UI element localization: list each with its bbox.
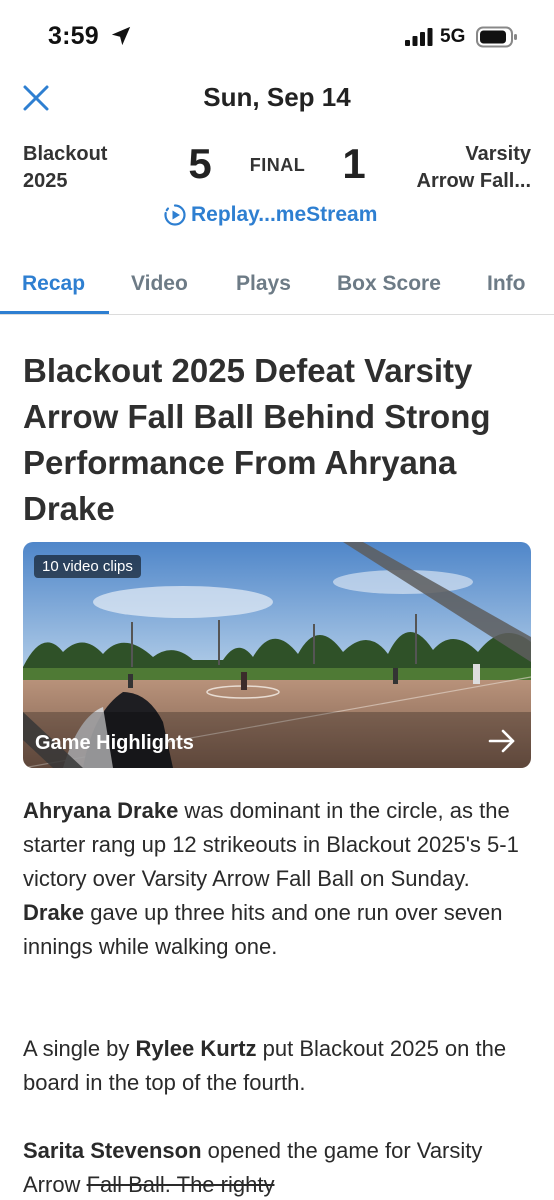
player-name: Sarita Stevenson xyxy=(23,1138,202,1163)
replay-icon xyxy=(164,204,186,226)
player-name: Rylee Kurtz xyxy=(135,1036,257,1061)
network-label: 5G xyxy=(440,26,466,47)
paragraph-text: A single by xyxy=(23,1036,136,1061)
arrow-right-icon xyxy=(488,729,515,753)
game-recap-screen: 3:59 5G Sun, Sep 14 Blackout 2025 5 FINA… xyxy=(0,0,554,1200)
recap-paragraph-1: Ahryana Drake was dominant in the circle… xyxy=(23,794,523,964)
tab-plays[interactable]: Plays xyxy=(236,272,291,296)
tab-info[interactable]: Info xyxy=(487,272,525,296)
active-tab-indicator xyxy=(0,311,109,314)
away-team-name[interactable]: Varsity Arrow Fall... xyxy=(391,141,531,195)
game-highlights-card[interactable]: 10 video clips Game Highlights xyxy=(23,542,531,768)
recap-paragraph-3: Sarita Stevenson opened the game for Var… xyxy=(23,1134,523,1200)
signal-bars-icon xyxy=(405,28,433,46)
paragraph-text: gave up three hits and one run over seve… xyxy=(23,900,503,959)
location-arrow-icon xyxy=(111,26,131,46)
struck-text: Fall Ball. The righty xyxy=(86,1172,275,1197)
replay-label: Replay...meStream xyxy=(191,203,378,226)
player-name: Drake xyxy=(23,900,85,925)
home-team-line2: 2025 xyxy=(23,170,68,192)
video-clips-badge: 10 video clips xyxy=(34,555,141,578)
game-status: FINAL xyxy=(249,155,306,175)
home-team-name[interactable]: Blackout 2025 xyxy=(23,141,143,195)
away-team-line2: Arrow Fall... xyxy=(416,170,531,192)
header-date: Sun, Sep 14 xyxy=(203,82,351,112)
home-score: 5 xyxy=(188,140,212,187)
replay-link[interactable]: Replay...meStream xyxy=(163,201,377,229)
recap-paragraph-2: A single by Rylee Kurtz put Blackout 202… xyxy=(23,1032,523,1100)
status-bar: 3:59 5G xyxy=(0,0,554,70)
tab-video[interactable]: Video xyxy=(131,272,188,296)
status-time: 3:59 xyxy=(48,22,99,50)
article-headline: Blackout 2025 Defeat Varsity Arrow Fall … xyxy=(23,352,491,527)
tab-bar: Recap Video Plays Box Score Info xyxy=(0,262,554,315)
battery-icon xyxy=(476,26,517,48)
tab-recap[interactable]: Recap xyxy=(22,272,85,296)
tab-box-score[interactable]: Box Score xyxy=(337,272,441,296)
away-score: 1 xyxy=(342,140,366,187)
player-name: Ahryana Drake xyxy=(23,798,179,823)
home-team-line1: Blackout xyxy=(23,143,108,165)
highlights-title: Game Highlights xyxy=(35,732,194,754)
away-team-line1: Varsity xyxy=(465,143,531,165)
